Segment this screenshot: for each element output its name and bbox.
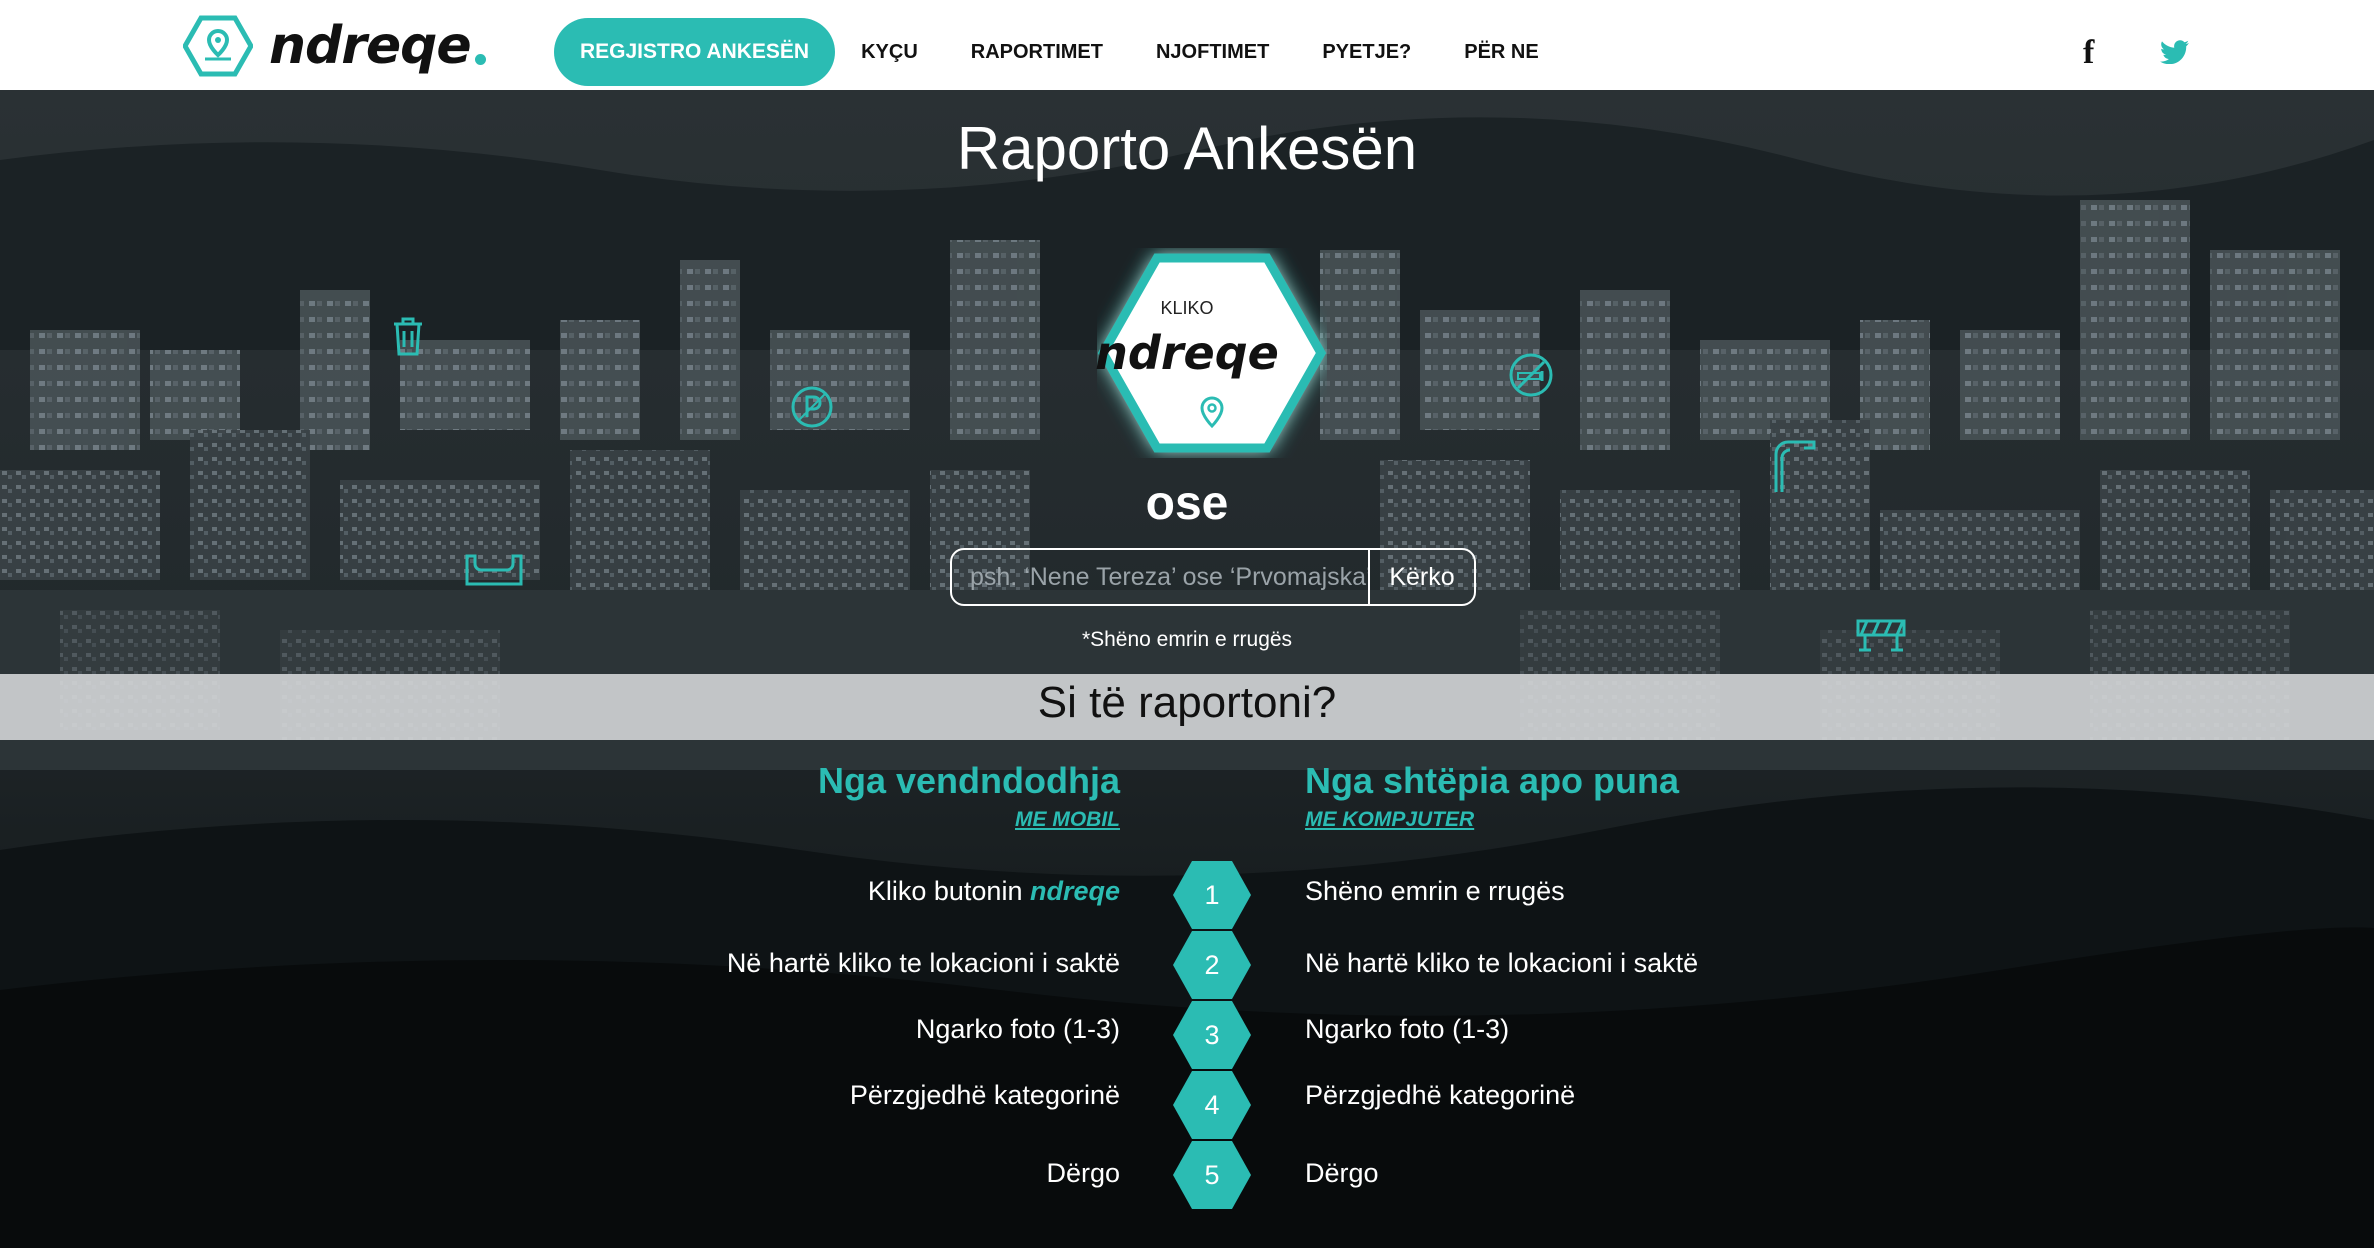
computer-step-3: Ngarko foto (1-3) xyxy=(1305,1014,1510,1044)
nav-faq[interactable]: PYETJE? xyxy=(1322,41,1411,64)
main-nav: REGJISTRO ANKESËN KYÇU RAPORTIMET NJOFTI… xyxy=(554,18,1566,86)
or-text: ose xyxy=(1145,477,1229,530)
computer-step-1: Shëno emrin e rrugës xyxy=(1305,876,1565,906)
computer-heading: Nga shtëpia apo puna xyxy=(1305,760,1680,801)
mobile-step-1-text: Kliko butonin xyxy=(867,876,1030,906)
step-number-2: 2 xyxy=(1172,930,1252,1000)
step-number-1-label: 1 xyxy=(1204,880,1220,910)
logo-text: ndreqe xyxy=(269,16,472,76)
mobile-step-4: Përzgjedhë kategorinë xyxy=(849,1080,1120,1110)
how-to-title: Si të raportoni? xyxy=(1037,678,1337,727)
mobile-subheading[interactable]: ME MOBIL xyxy=(1015,808,1120,832)
search-hint: *Shëno emrin e rrugës xyxy=(1081,628,1293,651)
search-button[interactable]: Kërko xyxy=(1368,550,1474,604)
kliko-label: KLIKO xyxy=(1160,298,1214,318)
step-number-2-label: 2 xyxy=(1204,950,1220,980)
street-search-input[interactable] xyxy=(952,550,1368,604)
logo-dot xyxy=(474,53,486,65)
mobile-step-2: Në hartë kliko te lokacioni i saktë xyxy=(726,948,1120,978)
step-number-4: 4 xyxy=(1172,1070,1252,1140)
nav-notices[interactable]: NJOFTIMET xyxy=(1156,41,1269,64)
parking-icon xyxy=(791,386,833,428)
facebook-icon[interactable]: f xyxy=(2083,34,2094,72)
computer-subheading[interactable]: ME KOMPJUTER xyxy=(1305,808,1474,832)
mobile-step-3: Ngarko foto (1-3) xyxy=(915,1014,1120,1044)
mobile-step-5: Dërgo xyxy=(1046,1158,1120,1188)
mobile-step-1: Kliko butonin ndreqe xyxy=(868,876,1120,907)
page-title: Raporto Ankesën xyxy=(956,115,1418,182)
ndreqe-button-label: ndreqe xyxy=(1095,326,1279,380)
step-number-4-label: 4 xyxy=(1204,1090,1220,1120)
step-number-3: 3 xyxy=(1172,1000,1252,1070)
step-number-5-label: 5 xyxy=(1204,1160,1220,1190)
step-number-5: 5 xyxy=(1172,1140,1252,1210)
pothole-icon xyxy=(465,554,523,586)
hero-section: Raporto Ankesën KLIKO ndreqe ose Kërko *… xyxy=(0,90,2374,1248)
computer-step-2: Në hartë kliko te lokacioni i saktë xyxy=(1305,948,1699,978)
logo[interactable]: ndreqe xyxy=(183,15,486,77)
nav-login[interactable]: KYÇU xyxy=(861,41,918,64)
computer-step-5: Dërgo xyxy=(1305,1158,1379,1188)
step-number-1: 1 xyxy=(1172,860,1252,930)
nav-reports[interactable]: RAPORTIMET xyxy=(971,41,1103,64)
nav-about[interactable]: PËR NE xyxy=(1464,41,1538,64)
mobile-step-1-brand: ndreqe xyxy=(1029,876,1120,906)
site-header: ndreqe REGJISTRO ANKESËN KYÇU RAPORTIMET… xyxy=(0,0,2374,90)
register-complaint-button[interactable]: REGJISTRO ANKESËN xyxy=(554,18,836,86)
twitter-icon[interactable] xyxy=(2160,40,2190,64)
step-number-3-label: 3 xyxy=(1204,1020,1220,1050)
street-search: Kërko xyxy=(950,548,1476,606)
computer-step-4: Përzgjedhë kategorinë xyxy=(1305,1080,1576,1110)
logo-hexagon-icon xyxy=(183,15,253,77)
location-pin-icon xyxy=(1200,396,1224,428)
mobile-heading: Nga vendndodhja xyxy=(817,760,1120,801)
